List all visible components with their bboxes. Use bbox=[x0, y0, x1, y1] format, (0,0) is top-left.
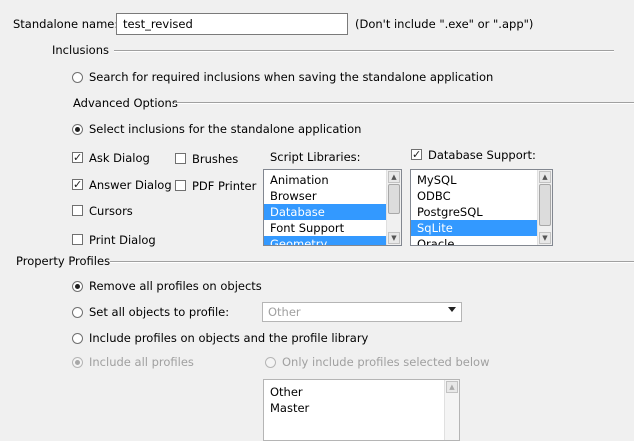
database-support-label[interactable]: Database Support: bbox=[428, 148, 536, 162]
property-profiles-divider bbox=[110, 261, 634, 263]
set-profile-label[interactable]: Set all objects to profile: bbox=[89, 305, 229, 319]
database-item[interactable]: Oracle bbox=[411, 236, 537, 245]
include-all-profiles-label[interactable]: Include all profiles bbox=[89, 355, 194, 369]
standalone-name-hint: (Don't include ".exe" or ".app") bbox=[355, 17, 534, 31]
only-selected-profiles-label[interactable]: Only include profiles selected below bbox=[282, 355, 490, 369]
set-profile-radio[interactable] bbox=[72, 307, 83, 318]
profiles-scrollbar[interactable]: ▲ bbox=[444, 380, 459, 440]
database-item[interactable]: MySQL bbox=[411, 172, 537, 188]
answer-dialog-checkbox[interactable]: ✓ bbox=[72, 179, 83, 190]
database-support-checkbox[interactable]: ✓ bbox=[411, 149, 422, 160]
remove-profiles-label[interactable]: Remove all profiles on objects bbox=[89, 279, 262, 293]
script-libraries-scrollbar[interactable]: ▲ ▼ bbox=[386, 170, 401, 245]
scroll-up-icon[interactable]: ▲ bbox=[539, 171, 551, 183]
search-inclusions-label[interactable]: Search for required inclusions when savi… bbox=[89, 70, 493, 84]
advanced-options-label: Advanced Options bbox=[73, 96, 178, 110]
include-profiles-label[interactable]: Include profiles on objects and the prof… bbox=[89, 331, 368, 345]
scroll-up-icon[interactable]: ▲ bbox=[446, 381, 458, 393]
remove-profiles-radio[interactable] bbox=[72, 281, 83, 292]
database-item-selected[interactable]: SqLite bbox=[411, 220, 537, 236]
ask-dialog-label[interactable]: Ask Dialog bbox=[89, 151, 150, 165]
brushes-label[interactable]: Brushes bbox=[192, 152, 238, 166]
standalone-name-label: Standalone name: bbox=[13, 17, 119, 31]
pdf-printer-checkbox[interactable] bbox=[175, 180, 186, 191]
pdf-printer-label[interactable]: PDF Printer bbox=[192, 179, 256, 193]
inclusions-group-label: Inclusions bbox=[52, 43, 109, 57]
scroll-down-icon[interactable]: ▼ bbox=[539, 232, 551, 244]
chevron-down-icon bbox=[448, 307, 456, 312]
profile-item[interactable]: Master bbox=[264, 400, 444, 416]
script-library-item[interactable]: Font Support bbox=[264, 220, 386, 236]
ask-dialog-checkbox[interactable]: ✓ bbox=[72, 152, 83, 163]
cursors-checkbox[interactable] bbox=[72, 205, 83, 216]
scroll-down-icon[interactable]: ▼ bbox=[388, 232, 400, 244]
script-library-item[interactable]: Browser bbox=[264, 188, 386, 204]
include-profiles-radio[interactable] bbox=[72, 333, 83, 344]
script-libraries-list[interactable]: Animation Browser Database Font Support … bbox=[263, 169, 402, 246]
standalone-name-input[interactable] bbox=[116, 13, 348, 35]
scroll-thumb[interactable] bbox=[388, 184, 400, 214]
script-library-item-selected[interactable]: Database bbox=[264, 204, 386, 220]
inclusions-divider bbox=[114, 50, 614, 52]
profiles-list[interactable]: Other Master ▲ bbox=[263, 379, 460, 441]
script-library-item[interactable]: Animation bbox=[264, 172, 386, 188]
property-profiles-group-label: Property Profiles bbox=[16, 254, 111, 268]
print-dialog-checkbox[interactable] bbox=[72, 234, 83, 245]
advanced-options-divider bbox=[174, 102, 634, 104]
database-item[interactable]: ODBC bbox=[411, 188, 537, 204]
database-item[interactable]: PostgreSQL bbox=[411, 204, 537, 220]
only-selected-profiles-radio[interactable] bbox=[265, 357, 276, 368]
search-inclusions-radio[interactable] bbox=[72, 72, 83, 83]
scroll-up-icon[interactable]: ▲ bbox=[388, 171, 400, 183]
database-support-list[interactable]: MySQL ODBC PostgreSQL SqLite Oracle ▲ ▼ bbox=[410, 169, 553, 246]
profile-item[interactable]: Other bbox=[264, 384, 444, 400]
cursors-label[interactable]: Cursors bbox=[89, 204, 133, 218]
scroll-thumb[interactable] bbox=[539, 184, 551, 226]
answer-dialog-label[interactable]: Answer Dialog bbox=[89, 178, 172, 192]
script-libraries-label: Script Libraries: bbox=[270, 150, 361, 164]
brushes-checkbox[interactable] bbox=[175, 153, 186, 164]
set-profile-select[interactable]: Other bbox=[262, 302, 462, 322]
set-profile-select-value: Other bbox=[268, 305, 301, 319]
include-all-profiles-radio[interactable] bbox=[72, 357, 83, 368]
print-dialog-label[interactable]: Print Dialog bbox=[89, 233, 156, 247]
select-inclusions-label[interactable]: Select inclusions for the standalone app… bbox=[89, 122, 361, 136]
database-support-scrollbar[interactable]: ▲ ▼ bbox=[537, 170, 552, 245]
select-inclusions-radio[interactable] bbox=[72, 124, 83, 135]
script-library-item-selected[interactable]: Geometry bbox=[264, 236, 386, 245]
